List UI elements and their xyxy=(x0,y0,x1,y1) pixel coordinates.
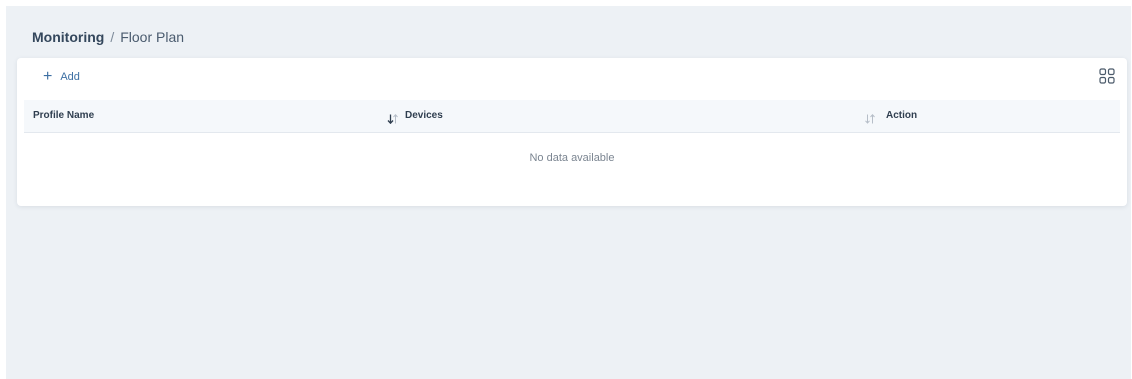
column-header-profile-name[interactable]: Profile Name xyxy=(33,100,94,132)
breadcrumb-item-monitoring[interactable]: Monitoring xyxy=(32,29,104,45)
empty-state-message: No data available xyxy=(529,152,615,164)
column-header-devices[interactable]: Devices xyxy=(405,100,443,132)
floor-plan-card: + Add Profile Name Devices Action No dat… xyxy=(17,58,1127,206)
add-button-label: Add xyxy=(60,71,80,83)
sort-desc-icon[interactable] xyxy=(387,111,399,125)
table-header-row: Profile Name Devices Action xyxy=(24,100,1120,133)
breadcrumb: Monitoring / Floor Plan xyxy=(32,29,184,45)
column-header-action: Action xyxy=(886,110,918,121)
sort-neutral-icon[interactable] xyxy=(864,111,876,124)
breadcrumb-item-floor-plan: Floor Plan xyxy=(120,29,185,45)
breadcrumb-separator: / xyxy=(110,29,115,45)
add-button[interactable]: + Add xyxy=(43,68,80,86)
grid-view-icon[interactable] xyxy=(1099,68,1115,84)
plus-icon: + xyxy=(43,68,53,85)
